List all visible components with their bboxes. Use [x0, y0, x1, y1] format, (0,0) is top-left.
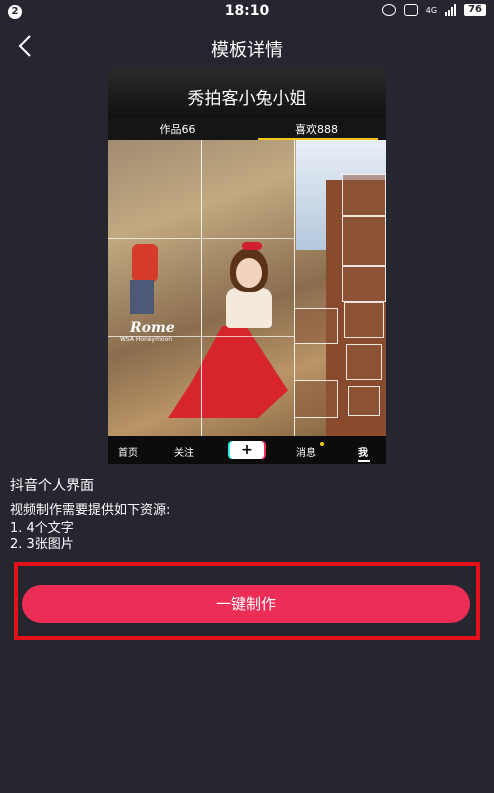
photo-tile	[342, 174, 386, 216]
grid-line	[108, 336, 294, 337]
preview-profile-name: 秀拍客小兔小姐	[187, 89, 307, 109]
preview-photo: Rome WSA Honeymoon	[108, 140, 386, 436]
template-requirements-list: 1. 4个文字 2. 3张图片	[10, 521, 74, 553]
preview-tabs: 作品66 喜欢888	[108, 118, 386, 140]
template-name: 抖音个人界面	[10, 478, 94, 494]
photo-overlay-subtitle: WSA Honeymoon	[120, 336, 173, 343]
photo-girl-top	[226, 288, 272, 328]
photo-overlay-title: Rome	[130, 320, 175, 336]
preview-bottom-nav: 首页 关注 + 消息 我	[108, 436, 386, 464]
grid-line	[201, 140, 202, 436]
signal-icon	[445, 4, 457, 16]
preview-nav-follow: 关注	[174, 448, 194, 459]
preview-nav-messages: 消息	[296, 448, 316, 459]
status-bar: 2 18:10 4G 76	[0, 0, 494, 24]
grid-line	[108, 238, 294, 239]
photo-tile	[294, 308, 338, 344]
photo-tile	[344, 302, 384, 338]
one-click-make-button[interactable]: 一键制作	[22, 585, 470, 623]
battery-icon: 76	[464, 4, 486, 16]
app-header: 模板详情	[0, 24, 494, 68]
template-preview[interactable]: 秀拍客小兔小姐 作品66 喜欢888 Rome WSA Honeymoon 首页…	[108, 68, 386, 464]
preview-nav-home: 首页	[118, 448, 138, 459]
vibrate-icon	[403, 4, 418, 16]
network-label: 4G	[425, 5, 438, 15]
photo-girl-skirt	[168, 326, 288, 418]
requirement-item: 1. 4个文字	[10, 521, 74, 536]
photo-girl-face	[236, 258, 262, 288]
photo-tile	[294, 380, 338, 418]
preview-profile-header: 秀拍客小兔小姐	[108, 68, 386, 118]
photo-girl-bow	[242, 242, 262, 250]
template-requirements-title: 视频制作需要提供如下资源:	[10, 503, 171, 518]
photo-tile	[342, 266, 386, 302]
preview-nav-plus: +	[230, 441, 264, 459]
preview-nav-me-underline	[358, 460, 370, 462]
alarm-icon	[381, 4, 396, 16]
photo-man-legs	[130, 280, 154, 314]
requirement-item: 2. 3张图片	[10, 537, 74, 552]
status-icons: 4G 76	[381, 4, 486, 16]
photo-man	[132, 244, 158, 282]
preview-tab-likes: 喜欢888	[295, 123, 338, 136]
page-title: 模板详情	[211, 40, 283, 61]
photo-tile	[342, 216, 386, 266]
preview-nav-message-dot	[320, 442, 324, 446]
photo-tile	[348, 386, 380, 416]
photo-tile	[346, 344, 382, 380]
preview-nav-me: 我	[358, 448, 368, 459]
preview-tab-works: 作品66	[159, 123, 196, 136]
